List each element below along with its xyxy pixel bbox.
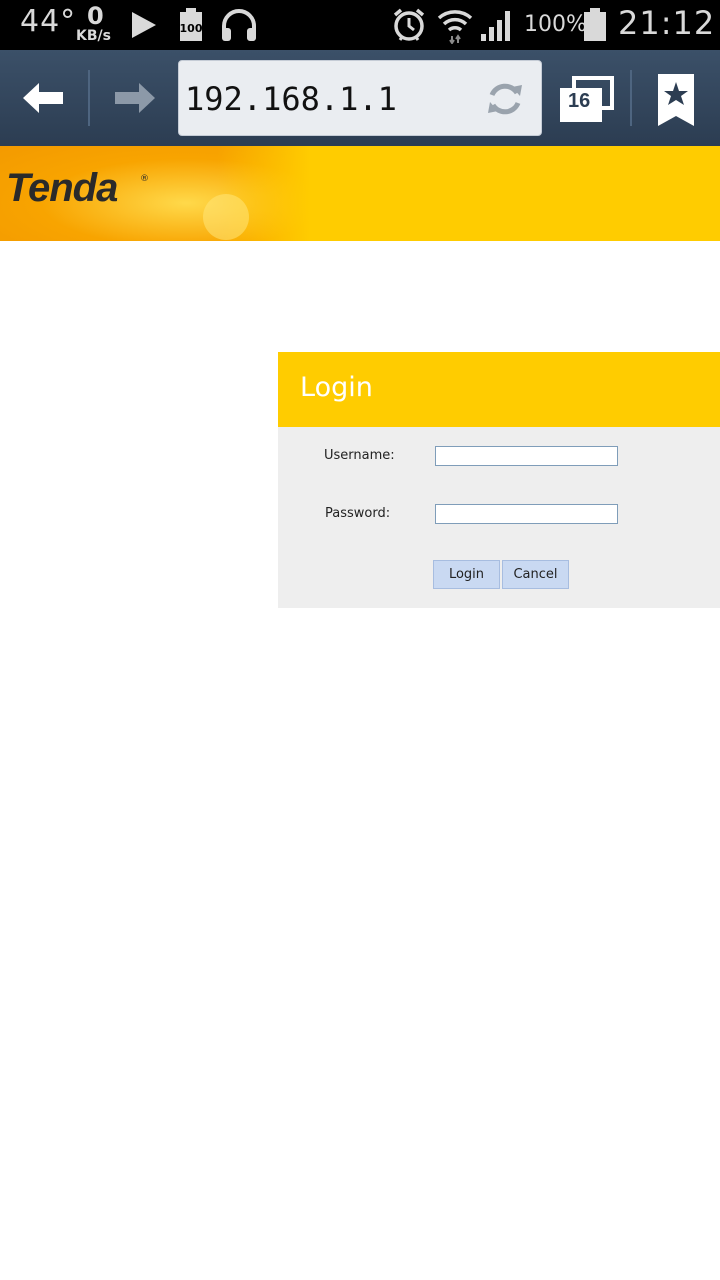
headphones-icon — [222, 9, 256, 41]
wifi-icon — [437, 10, 473, 44]
signal-icon — [481, 11, 510, 41]
battery-percent: 100% — [524, 12, 587, 37]
login-header: Login — [278, 352, 720, 427]
username-input[interactable] — [435, 446, 618, 466]
browser-toolbar: 192.168.1.1 16 — [0, 50, 720, 146]
bookmark-star-icon[interactable] — [656, 72, 696, 128]
back-arrow-icon — [23, 83, 63, 113]
play-icon — [132, 12, 156, 38]
cancel-button[interactable]: Cancel — [502, 560, 569, 589]
toolbar-divider — [630, 70, 632, 126]
forward-button[interactable] — [104, 50, 166, 146]
alarm-icon — [393, 8, 425, 41]
battery-widget-label: 100 — [180, 22, 203, 35]
clock-time: 21:12 — [618, 4, 716, 42]
toolbar-divider — [88, 70, 90, 126]
tab-count: 16 — [568, 90, 591, 112]
net-speed-value: 0 — [87, 2, 104, 30]
banner-circle-graphic — [203, 194, 249, 240]
tenda-banner: Tenda ® — [0, 146, 720, 241]
battery-icon — [584, 8, 606, 41]
login-button[interactable]: Login — [433, 560, 500, 589]
username-label: Username: — [324, 448, 395, 463]
tenda-logo: Tenda — [6, 166, 118, 210]
address-bar[interactable]: 192.168.1.1 — [178, 60, 542, 136]
password-input[interactable] — [435, 504, 618, 524]
tabs-button[interactable]: 16 — [558, 76, 614, 124]
forward-arrow-icon — [115, 83, 155, 113]
temperature-text: 44° — [20, 4, 77, 39]
registered-mark: ® — [140, 174, 149, 184]
back-button[interactable] — [12, 50, 74, 146]
reload-icon[interactable] — [485, 79, 525, 119]
battery-widget-icon: 100 — [180, 8, 203, 41]
url-text[interactable]: 192.168.1.1 — [185, 80, 397, 118]
password-label: Password: — [325, 506, 391, 521]
login-panel: Login Username: Password: Login Cancel — [278, 352, 720, 608]
status-bar: 44° 0 KB/s 100 100% 21:12 — [0, 0, 720, 50]
net-speed-unit: KB/s — [76, 28, 111, 44]
login-title: Login — [300, 372, 373, 403]
